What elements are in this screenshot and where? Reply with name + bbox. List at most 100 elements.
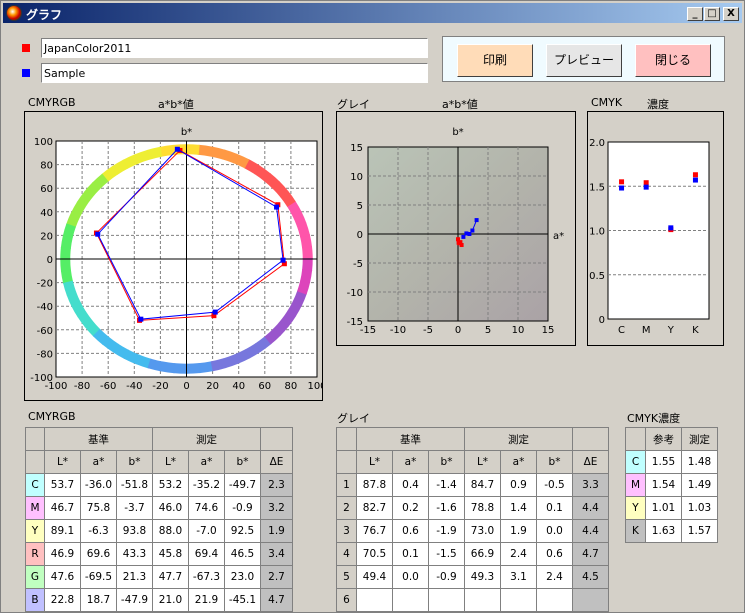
table-cell: 53.7	[44, 473, 81, 497]
y-tick-label: -80	[37, 349, 53, 360]
hue-ring-segment	[66, 212, 81, 228]
y-tick-label: 15	[350, 143, 363, 154]
corner-cell	[25, 450, 45, 474]
button-panel: 印刷 プレビュー 閉じる	[442, 36, 725, 82]
row-label: 2	[336, 496, 357, 520]
x-tick-label: -5	[423, 325, 433, 336]
y-tick-label: -20	[37, 279, 53, 290]
minimize-button[interactable]: _	[687, 7, 703, 21]
table-cell: 1.01	[645, 496, 682, 520]
table-cell: -49.7	[224, 473, 261, 497]
data-point	[643, 180, 649, 186]
hue-ring-segment	[197, 144, 213, 157]
preview-button[interactable]: プレビュー	[546, 44, 622, 77]
x-axis-label: a*	[553, 231, 564, 242]
cmyk-chart-frame: 0 0.5 1.0 1.5 2.0 C M Y K	[587, 111, 724, 346]
table-row: M 1.54 1.49	[625, 473, 718, 497]
title-bar[interactable]: グラフ _ □ X	[3, 3, 742, 23]
table-cell: 1.49	[681, 473, 718, 497]
cmyk-panel-title: CMYK	[591, 96, 623, 109]
hue-ring-segment	[160, 361, 176, 374]
hue-ring-segment	[60, 269, 74, 284]
hue-ring-segment	[292, 290, 307, 306]
row-label: Y	[25, 519, 45, 543]
y-axis-label: b*	[452, 127, 463, 138]
group-header-standard: 基準	[44, 427, 153, 451]
hue-ring-segment	[280, 190, 296, 207]
table-cell: -45.1	[224, 588, 261, 612]
table-cell	[356, 588, 393, 612]
hue-ring-segment	[134, 149, 151, 164]
table-cell: -1.6	[428, 496, 465, 520]
data-point	[467, 232, 472, 236]
row-label: G	[25, 565, 45, 589]
table-row: B 22.8 18.7 -47.9 21.0 21.9 -45.1 4.7	[25, 588, 293, 612]
corner-cell	[336, 450, 357, 474]
table-cell: 0.1	[392, 542, 429, 566]
column-header: L*	[356, 450, 393, 474]
row-label: M	[25, 496, 45, 520]
hue-ring-segment	[122, 154, 140, 169]
table-cell: 0.6	[536, 542, 573, 566]
table-cell: 0.2	[392, 496, 429, 520]
group-header-blank	[572, 427, 609, 451]
table-cell: 0.0	[536, 519, 573, 543]
close-button[interactable]: 閉じる	[635, 44, 711, 77]
y-tick-label: -40	[37, 302, 53, 313]
hue-ring-segment	[123, 349, 141, 365]
close-window-button[interactable]: X	[723, 7, 739, 21]
hue-ring-segment	[186, 363, 201, 374]
column-header: L*	[152, 450, 189, 474]
legend-sample-field[interactable]: Sample	[41, 63, 428, 83]
table-cell	[536, 588, 573, 612]
data-point	[692, 177, 698, 183]
hue-ring-segment	[60, 235, 73, 250]
table-cell	[392, 588, 429, 612]
row-label: 5	[336, 565, 357, 589]
table-cell: -35.2	[188, 473, 225, 497]
table-cell: 0.1	[536, 496, 573, 520]
y-tick-label: 1.0	[589, 227, 605, 238]
data-point	[280, 257, 286, 263]
table-cell: 3.4	[260, 542, 293, 566]
column-header: 測定	[681, 427, 718, 451]
hue-ring-segment	[301, 245, 313, 260]
y-tick-label: 20	[40, 231, 53, 242]
hue-ring-segment	[77, 311, 93, 328]
hue-ring-segment	[287, 300, 303, 317]
table-cell: 1.48	[681, 450, 718, 474]
table-cell: 0.0	[392, 565, 429, 589]
y-tick-label: 2.0	[589, 138, 605, 149]
table-cell: -1.4	[428, 473, 465, 497]
hue-ring-segment	[62, 223, 76, 239]
window-title: グラフ	[26, 8, 63, 22]
hue-ring-segment	[263, 172, 281, 190]
cmyrgb-panel-subtitle: a*b*値	[158, 98, 194, 111]
table-cell: -6.3	[80, 519, 117, 543]
table-cell: -69.5	[80, 565, 117, 589]
table-cell: 4.4	[572, 519, 609, 543]
hue-ring-segment	[71, 301, 87, 318]
legend-red-swatch	[22, 44, 30, 52]
legend-japancolor-field[interactable]: JapanColor2011	[41, 38, 428, 58]
column-header: b*	[224, 450, 261, 474]
maximize-button[interactable]: □	[704, 7, 720, 21]
table-cell: -51.8	[116, 473, 153, 497]
data-point	[474, 218, 479, 223]
print-button[interactable]: 印刷	[457, 44, 533, 77]
hue-ring-segment	[254, 165, 271, 182]
table-row: K 1.63 1.57	[625, 519, 718, 543]
table-row: M 46.7 75.8 -3.7 46.0 74.6 -0.9 3.2	[25, 496, 293, 520]
table-cell: 3.1	[500, 565, 537, 589]
gray-ab-chart: -15 -10 -5 0 5 10 15-15-10-5051015b*a*	[347, 127, 564, 336]
table-cell: 22.8	[44, 588, 81, 612]
app-icon	[6, 5, 22, 21]
legend-blue-swatch	[22, 69, 30, 77]
gray-panel-subtitle: a*b*値	[442, 98, 478, 111]
x-tick-label: -20	[152, 381, 168, 392]
hue-ring-segment	[146, 146, 163, 160]
table-cell: 0.9	[500, 473, 537, 497]
column-header: L*	[44, 450, 81, 474]
table-cell: 47.6	[44, 565, 81, 589]
hue-ring-segment	[60, 246, 71, 261]
